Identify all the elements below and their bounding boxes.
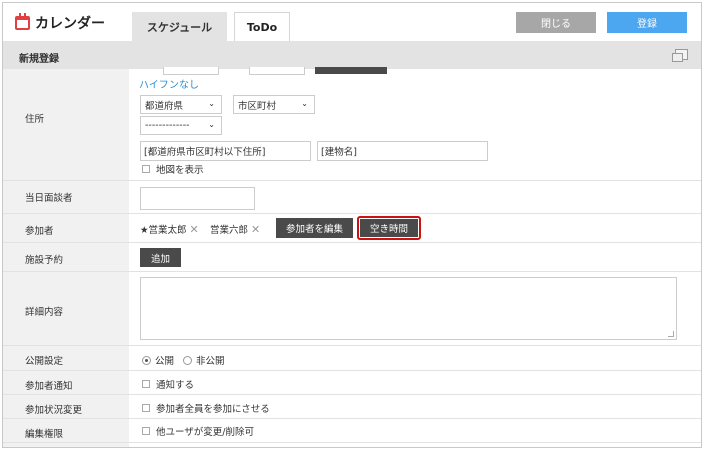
private-label: 非公開: [196, 356, 225, 367]
remove-icon[interactable]: ✕: [251, 223, 260, 236]
edit-participants-button[interactable]: 参加者を編集: [276, 218, 353, 238]
chevron-down-icon: ⌄: [208, 120, 215, 129]
close-button[interactable]: 閉じる: [516, 12, 596, 33]
notify-row: 参加者通知: [3, 371, 701, 395]
street-address-input[interactable]: [都道府県市区町村以下住所]: [140, 141, 311, 161]
edit-permission-option-label: 他ユーザが変更/削除可: [156, 427, 255, 438]
visibility-public-option[interactable]: 公開: [142, 353, 174, 367]
free-time-button[interactable]: 空き時間: [360, 219, 418, 237]
edit-permission-row: 編集権限: [3, 419, 701, 443]
calendar-icon: [15, 13, 30, 30]
chevron-down-icon: ⌄: [301, 99, 308, 108]
city-select[interactable]: 市区町村 ⌄: [233, 95, 315, 114]
new-window-icon[interactable]: [672, 49, 688, 62]
notify-option[interactable]: 通知する: [142, 377, 194, 391]
status-change-option-label: 参加者全員を参加にさせる: [156, 404, 270, 415]
edit-permission-checkbox[interactable]: [142, 427, 150, 435]
building-name-input[interactable]: [建物名]: [317, 141, 488, 161]
prefecture-select[interactable]: 都道府県 ⌄: [140, 95, 222, 114]
private-radio[interactable]: [183, 355, 192, 365]
public-label: 公開: [155, 356, 175, 367]
details-label: 詳細内容: [25, 307, 64, 318]
public-radio[interactable]: [142, 355, 151, 365]
page-title: 新規登録: [19, 54, 59, 65]
notify-option-label: 通知する: [156, 380, 195, 391]
address-label: 住所: [25, 114, 45, 125]
visibility-row: 公開設定: [3, 346, 701, 371]
participant-chip: 営業六郎 ✕: [210, 222, 260, 237]
show-map-label: 地図を表示: [156, 165, 204, 176]
status-change-label: 参加状況変更: [25, 405, 83, 416]
details-textarea[interactable]: [140, 277, 677, 340]
notify-label: 参加者通知: [25, 381, 73, 392]
tab-schedule[interactable]: スケジュール: [132, 12, 227, 42]
address-row: 住所: [3, 69, 701, 181]
app-logo: カレンダー: [15, 13, 105, 32]
status-change-row: 参加状況変更: [3, 395, 701, 419]
register-button[interactable]: 登録: [607, 12, 687, 33]
district-select[interactable]: ------------- ⌄: [140, 116, 222, 135]
interviewer-row: 当日面談者: [3, 181, 701, 214]
district-select-value: -------------: [145, 120, 190, 131]
edit-permission-label: 編集権限: [25, 429, 64, 440]
app-title: カレンダー: [35, 16, 105, 32]
top-bar: カレンダー スケジュール ToDo 閉じる 登録: [3, 3, 701, 42]
visibility-private-option[interactable]: 非公開: [183, 353, 225, 367]
interviewer-input[interactable]: [140, 187, 255, 210]
app-window: カレンダー スケジュール ToDo 閉じる 登録 新規登録 ハイフンなし 住所 …: [2, 2, 702, 448]
prefecture-select-value: 都道府県: [145, 100, 184, 112]
participant-name: ★営業太郎: [140, 225, 187, 236]
interviewer-label: 当日面談者: [25, 193, 73, 204]
tab-todo[interactable]: ToDo: [234, 12, 290, 42]
participants-label: 参加者: [25, 226, 54, 237]
facility-add-button[interactable]: 追加: [140, 248, 181, 267]
visibility-label: 公開設定: [25, 356, 64, 367]
status-change-checkbox[interactable]: [142, 404, 150, 412]
chevron-down-icon: ⌄: [208, 99, 215, 108]
status-change-option[interactable]: 参加者全員を参加にさせる: [142, 401, 270, 415]
participant-chip: ★営業太郎 ✕: [140, 222, 199, 237]
edit-permission-option[interactable]: 他ユーザが変更/削除可: [142, 424, 254, 438]
facility-row: 施設予約: [3, 243, 701, 272]
remove-icon[interactable]: ✕: [190, 223, 199, 236]
facility-label: 施設予約: [25, 255, 64, 266]
show-map-checkbox[interactable]: [142, 165, 150, 173]
notify-checkbox[interactable]: [142, 380, 150, 388]
participant-name: 営業六郎: [210, 225, 249, 236]
show-map-option[interactable]: 地図を表示: [142, 162, 204, 176]
city-select-value: 市区町村: [238, 100, 277, 112]
form-header: 新規登録: [3, 41, 701, 69]
